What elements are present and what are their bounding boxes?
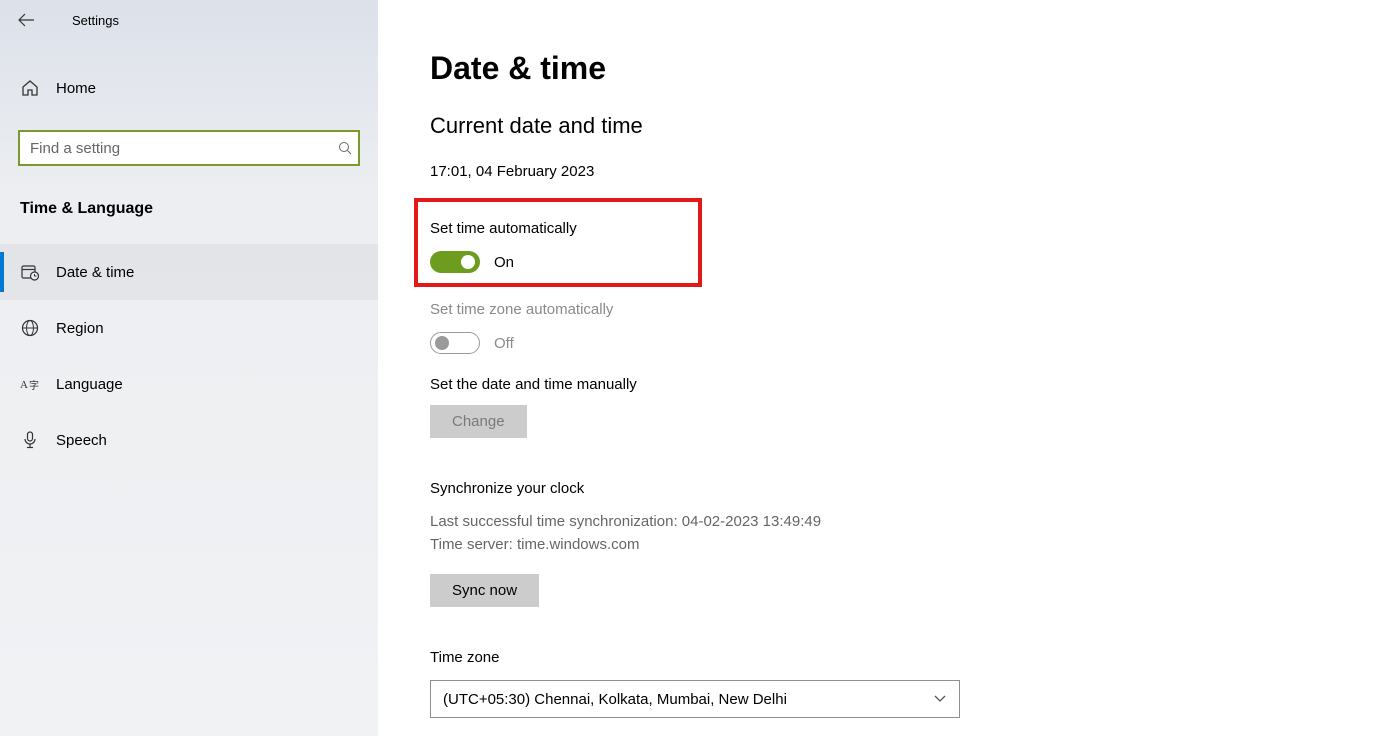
search-icon — [332, 141, 358, 155]
highlight-set-time-auto: Set time automatically On — [414, 198, 702, 287]
page-title: Date & time — [430, 50, 1381, 87]
search-box[interactable] — [18, 130, 360, 166]
sidebar-item-label: Region — [56, 320, 104, 337]
current-datetime: 17:01, 04 February 2023 — [430, 163, 1381, 180]
set-time-auto-state: On — [494, 254, 514, 271]
timezone-dropdown[interactable]: (UTC+05:30) Chennai, Kolkata, Mumbai, Ne… — [430, 680, 960, 718]
sync-now-button[interactable]: Sync now — [430, 574, 539, 607]
main-content: Date & time Current date and time 17:01,… — [378, 0, 1381, 736]
sync-server: Time server: time.windows.com — [430, 534, 1381, 557]
svg-text:字: 字 — [29, 379, 39, 392]
search-input[interactable] — [20, 132, 332, 164]
timezone-block: Time zone (UTC+05:30) Chennai, Kolkata, … — [430, 649, 1381, 718]
sync-title: Synchronize your clock — [430, 480, 1381, 497]
microphone-icon — [20, 430, 40, 450]
change-button: Change — [430, 405, 527, 438]
globe-icon — [20, 318, 40, 338]
sidebar-top: Settings — [0, 0, 378, 40]
sidebar-item-label: Language — [56, 376, 123, 393]
sidebar-item-region[interactable]: Region — [0, 300, 378, 356]
sidebar-item-speech[interactable]: Speech — [0, 412, 378, 468]
set-tz-auto-state: Off — [494, 335, 514, 352]
back-button[interactable] — [16, 10, 36, 30]
home-icon — [20, 78, 40, 98]
sync-block: Synchronize your clock Last successful t… — [430, 480, 1381, 607]
sync-last: Last successful time synchronization: 04… — [430, 511, 1381, 534]
sidebar-item-language[interactable]: A字 Language — [0, 356, 378, 412]
manual-label: Set the date and time manually — [430, 376, 1381, 393]
app-title: Settings — [72, 13, 119, 28]
set-time-auto-label: Set time automatically — [430, 220, 682, 237]
timezone-value: (UTC+05:30) Chennai, Kolkata, Mumbai, Ne… — [443, 691, 787, 708]
sidebar-home-label: Home — [56, 80, 96, 97]
sidebar-item-date-time[interactable]: Date & time — [0, 244, 378, 300]
sidebar-nav: Date & time Region A字 Language Speech — [0, 244, 378, 468]
sidebar-item-label: Date & time — [56, 264, 134, 281]
chevron-down-icon — [933, 694, 947, 704]
section-title: Current date and time — [430, 113, 1381, 139]
language-icon: A字 — [20, 374, 40, 394]
sidebar: Settings Home Time & Language Date & tim… — [0, 0, 378, 736]
svg-text:A: A — [20, 379, 28, 391]
timezone-label: Time zone — [430, 649, 1381, 666]
sidebar-item-label: Speech — [56, 432, 107, 449]
sidebar-category-title: Time & Language — [0, 166, 378, 224]
set-tz-auto-label: Set time zone automatically — [430, 301, 1381, 318]
set-time-auto-toggle[interactable] — [430, 251, 480, 273]
set-tz-auto-toggle — [430, 332, 480, 354]
sync-info: Last successful time synchronization: 04… — [430, 511, 1381, 556]
arrow-left-icon — [18, 13, 34, 27]
calendar-clock-icon — [20, 262, 40, 282]
sidebar-home[interactable]: Home — [0, 64, 378, 112]
